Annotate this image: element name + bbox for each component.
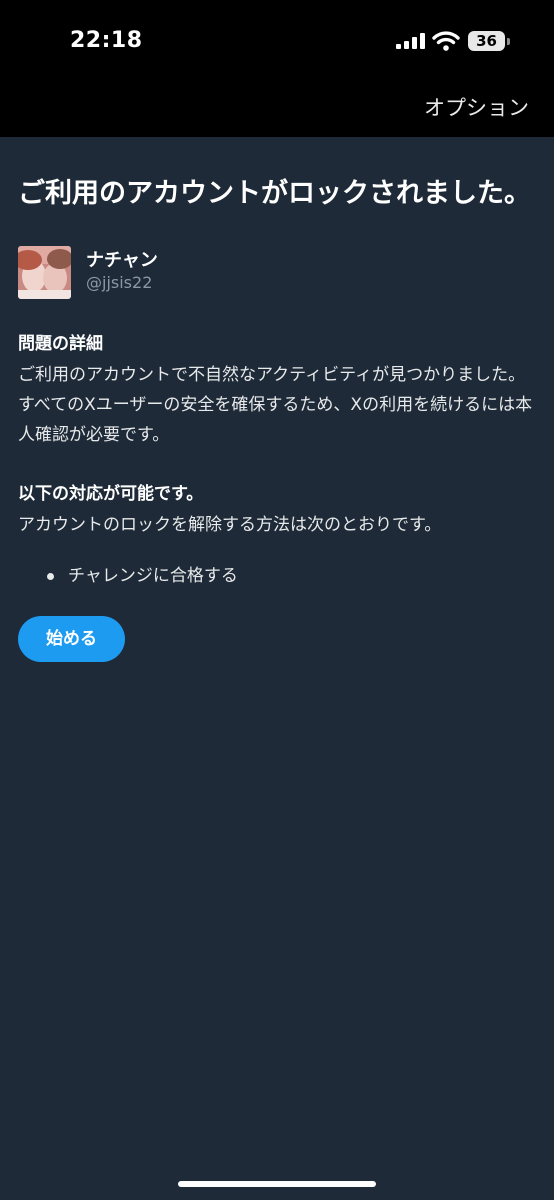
start-button[interactable]: 始める <box>18 616 125 662</box>
details-section: 問題の詳細 ご利用のアカウントで不自然なアクティビティが見つかりました。すべての… <box>18 332 533 450</box>
profile-name: ナチャン <box>86 250 158 271</box>
battery-tip <box>507 38 510 45</box>
signal-icon <box>396 33 425 49</box>
actions-section: 以下の対応が可能です。 アカウントのロックを解除する方法は次のとおりです。 チャ… <box>18 482 533 590</box>
avatar <box>18 246 71 299</box>
battery-icon: 36 <box>468 31 505 51</box>
avatar-photo <box>18 246 71 299</box>
details-body: ご利用のアカウントで不自然なアクティビティが見つかりました。すべてのXユーザーの… <box>18 365 533 445</box>
page-title: ご利用のアカウントがロックされました。 <box>18 178 531 209</box>
options-button[interactable]: オプション <box>424 92 529 122</box>
status-time: 22:18 <box>70 28 143 53</box>
list-item: チャレンジに合格する <box>18 562 533 590</box>
wifi-icon <box>432 31 460 51</box>
top-bar: 22:18 36 オプション <box>0 0 554 137</box>
actions-body: アカウントのロックを解除する方法は次のとおりです。 <box>18 515 442 535</box>
bullet-icon <box>47 573 54 580</box>
action-list: チャレンジに合格する <box>18 562 533 590</box>
main-content: ご利用のアカウントがロックされました。 ナチャン @jjsis22 問題の詳細 … <box>18 172 533 662</box>
list-item-label: チャレンジに合格する <box>68 566 238 586</box>
details-heading: 問題の詳細 <box>18 334 103 354</box>
profile-handle: @jjsis22 <box>86 273 153 292</box>
home-indicator[interactable] <box>178 1181 376 1187</box>
battery-level: 36 <box>476 32 497 50</box>
actions-heading: 以下の対応が可能です。 <box>18 484 204 504</box>
profile-card: ナチャン @jjsis22 <box>18 246 533 302</box>
